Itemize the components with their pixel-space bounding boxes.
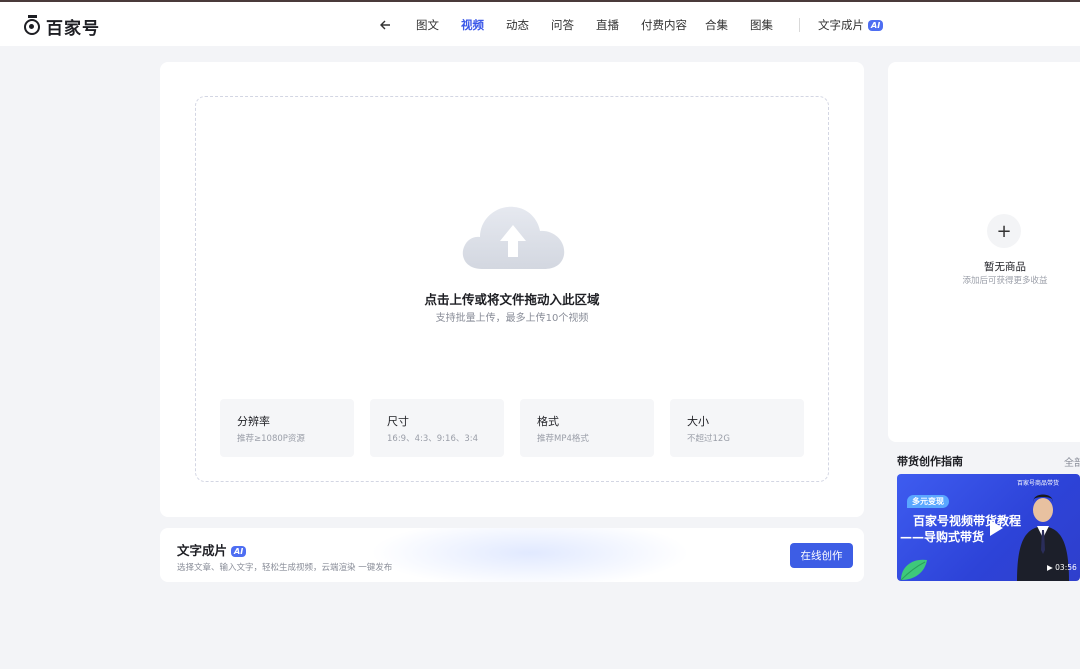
text-to-video-title: 文字成片 AI (177, 540, 247, 559)
online-create-button[interactable]: 在线创作 (790, 543, 853, 568)
back-arrow-icon[interactable] (378, 18, 392, 32)
ai-badge: AI (231, 546, 247, 557)
content-type-nav: 图文 视频 动态 问答 直播 付费内容 合集 图集 文字成片 AI (378, 17, 905, 33)
spec-size: 尺寸 16:9、4:3、9:16、3:4 (370, 399, 504, 457)
brand-name: 百家号 (46, 19, 100, 39)
cloud-upload-icon (462, 206, 565, 269)
decorative-glow (370, 528, 690, 582)
nav-item-paid[interactable]: 付费内容 (641, 17, 687, 33)
spec-title: 格式 (537, 415, 559, 428)
guide-section-title: 带货创作指南 (897, 455, 963, 468)
spec-filesize: 大小 不超过12G (670, 399, 804, 457)
nav-item-collection[interactable]: 合集 (705, 17, 728, 33)
spec-title: 尺寸 (387, 415, 409, 428)
ai-badge: AI (868, 20, 884, 31)
nav-divider (799, 18, 800, 32)
baijiahao-logo-icon (24, 14, 40, 35)
guide-view-all-link[interactable]: 全部 (1064, 454, 1080, 469)
goods-empty-hint: 添加后可获得更多收益 (962, 276, 1048, 286)
guide-video-title-line2: ——导购式带货 (900, 530, 985, 544)
spec-desc: 推荐MP4格式 (537, 434, 589, 444)
top-bar: 百家号 图文 视频 动态 问答 直播 付费内容 合集 图集 文字成片 AI (0, 0, 1080, 46)
text-to-video-card: 文字成片 AI 选择文章、输入文字，轻松生成视频，云端渲染 一键发布 在线创作 (160, 528, 864, 582)
spec-desc: 不超过12G (687, 434, 730, 444)
guide-video-brand: 百家号商品带货 (1017, 480, 1060, 487)
text-to-video-desc: 选择文章、输入文字，轻松生成视频，云端渲染 一键发布 (177, 563, 393, 573)
goods-empty-title: 暂无商品 (984, 261, 1026, 273)
nav-ai-label: 文字成片 (818, 18, 864, 32)
logo[interactable]: 百家号 (24, 14, 100, 39)
spec-title: 大小 (687, 415, 709, 428)
guide-video-card[interactable]: 百家号商品带货 多元变现 百家号视频带货教程 ——导购式带货 ▶ 03:56 (897, 474, 1080, 581)
spec-desc: 16:9、4:3、9:16、3:4 (387, 434, 479, 444)
nav-item-text-to-video[interactable]: 文字成片 AI (818, 17, 884, 33)
upload-subtitle: 支持批量上传，最多上传10个视频 (435, 313, 589, 324)
nav-item-gallery[interactable]: 图集 (750, 17, 773, 33)
play-icon[interactable] (985, 518, 1005, 538)
nav-item-video[interactable]: 视频 (461, 17, 484, 33)
nav-item-tuwen[interactable]: 图文 (416, 17, 439, 33)
nav-item-live[interactable]: 直播 (596, 17, 619, 33)
upload-title: 点击上传或将文件拖动入此区域 (424, 292, 600, 307)
goods-panel: + 暂无商品 添加后可获得更多收益 (888, 62, 1080, 442)
nav-item-dongtai[interactable]: 动态 (506, 17, 529, 33)
guide-video-tag: 多元变现 (907, 495, 949, 508)
upload-card: 点击上传或将文件拖动入此区域 支持批量上传，最多上传10个视频 分辨率 推荐≥1… (160, 62, 864, 517)
decorative-leaf-icon (900, 559, 927, 581)
upload-spec-list: 分辨率 推荐≥1080P资源 尺寸 16:9、4:3、9:16、3:4 格式 推… (220, 399, 804, 457)
guide-video-duration: ▶ 03:56 (1047, 563, 1077, 572)
spec-desc: 推荐≥1080P资源 (237, 434, 305, 444)
add-goods-button[interactable]: + (987, 214, 1021, 248)
spec-title: 分辨率 (237, 415, 270, 428)
upload-drop-zone[interactable]: 点击上传或将文件拖动入此区域 支持批量上传，最多上传10个视频 分辨率 推荐≥1… (195, 96, 829, 482)
spec-resolution: 分辨率 推荐≥1080P资源 (220, 399, 354, 457)
nav-item-wenda[interactable]: 问答 (551, 17, 574, 33)
spec-format: 格式 推荐MP4格式 (520, 399, 654, 457)
duration-text: 03:56 (1055, 563, 1077, 572)
text-to-video-title-label: 文字成片 (177, 543, 228, 558)
